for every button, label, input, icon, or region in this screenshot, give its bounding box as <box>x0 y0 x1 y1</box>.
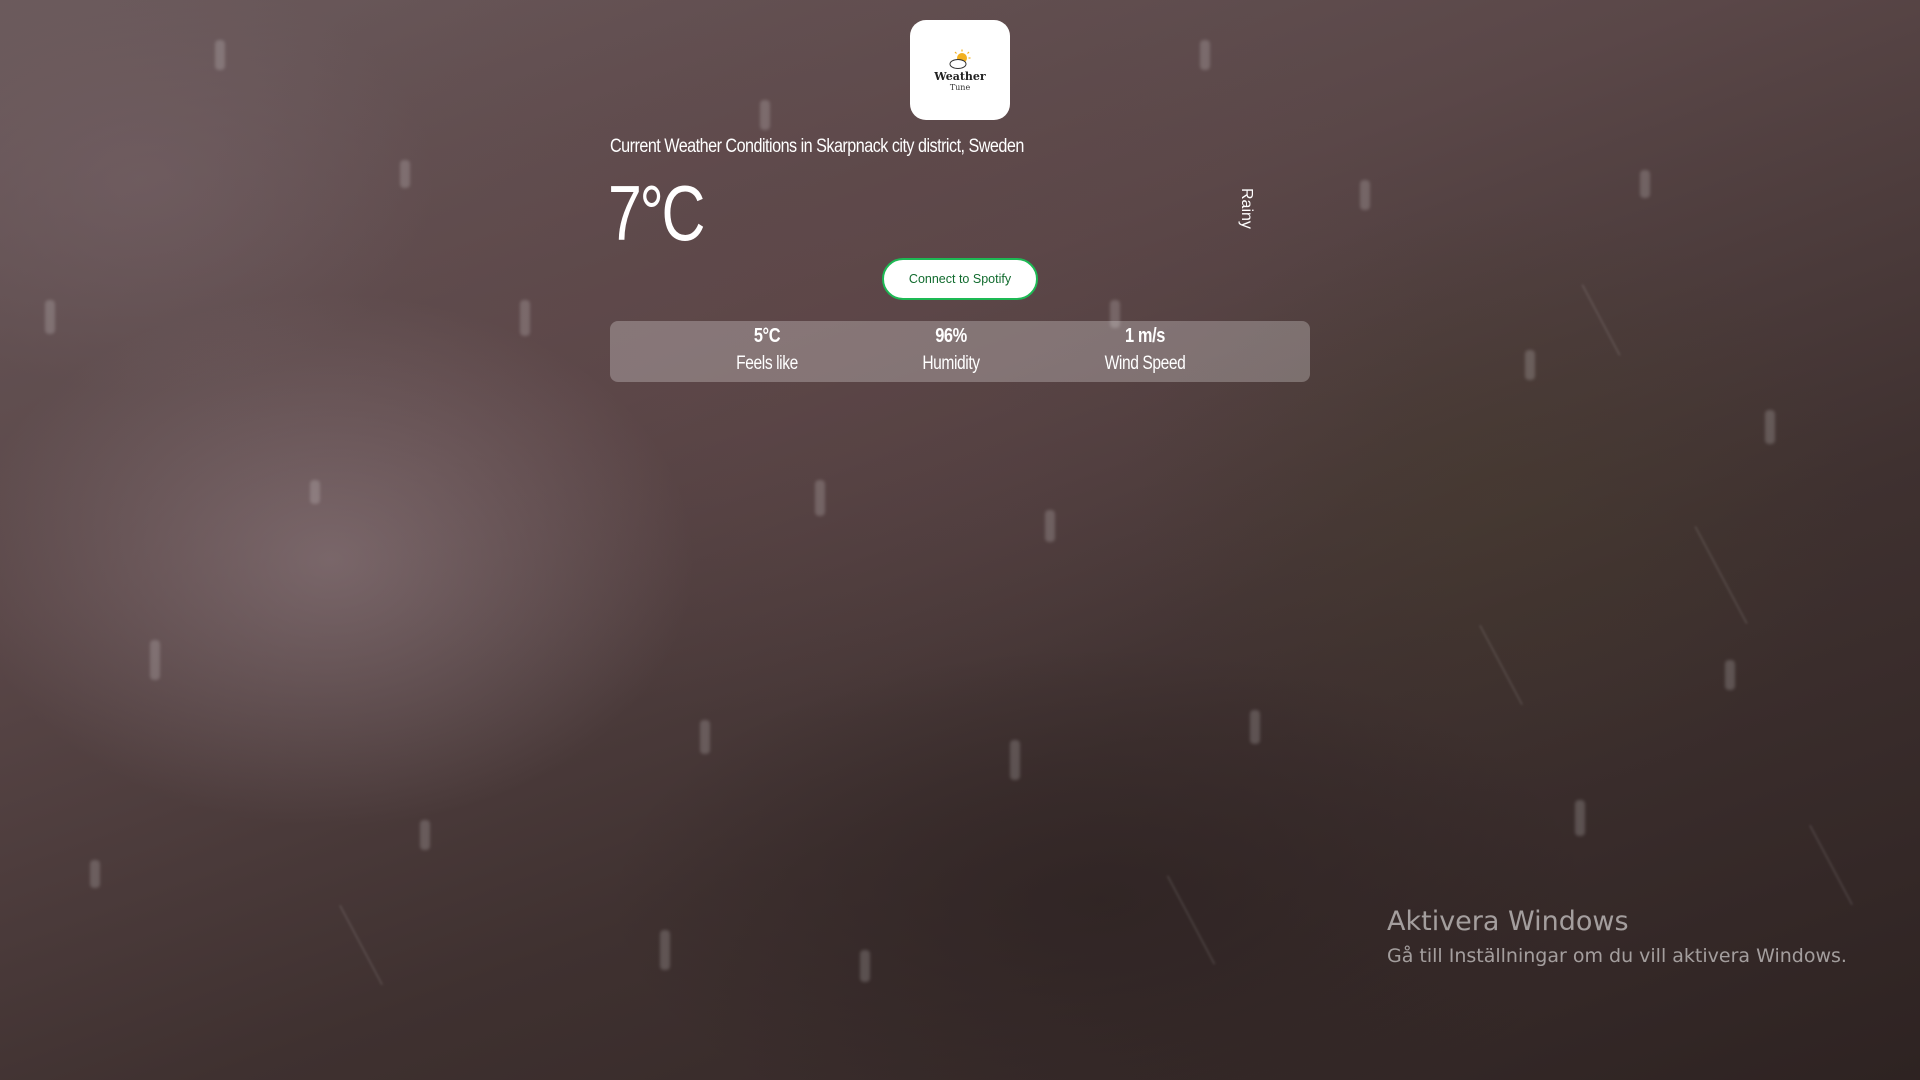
location-heading: Current Weather Conditions in Skarpnack … <box>610 136 1024 157</box>
stat-wind-speed: 1 m/s Wind Speed <box>1045 321 1245 375</box>
humidity-label: Humidity <box>922 353 980 374</box>
stat-feels-like: 5°C Feels like <box>667 321 867 375</box>
logo-title: Weather <box>934 69 986 83</box>
activation-subtitle: Gå till Inställningar om du vill aktiver… <box>1387 945 1847 967</box>
activation-title: Aktivera Windows <box>1387 906 1629 937</box>
connect-spotify-button[interactable]: Connect to Spotify <box>882 258 1038 300</box>
feels-like-value: 5°C <box>753 325 781 347</box>
wind-speed-label: Wind Speed <box>1104 353 1186 374</box>
humidity-value: 96% <box>935 325 967 347</box>
sun-cloud-icon <box>949 49 971 69</box>
windows-activation-watermark: Aktivera Windows Gå till Inställningar o… <box>1387 904 1847 970</box>
logo-subtitle: Tune <box>949 82 971 92</box>
weather-stats-panel: 5°C Feels like 96% Humidity 1 m/s Wind S… <box>610 321 1310 382</box>
stat-humidity: 96% Humidity <box>851 321 1051 375</box>
current-temperature: 7°C <box>608 169 705 257</box>
wind-speed-value: 1 m/s <box>1125 325 1165 347</box>
weather-condition: Rainy <box>1238 188 1255 229</box>
app-logo: Weather Tune <box>910 20 1010 120</box>
feels-like-label: Feels like <box>736 353 798 374</box>
